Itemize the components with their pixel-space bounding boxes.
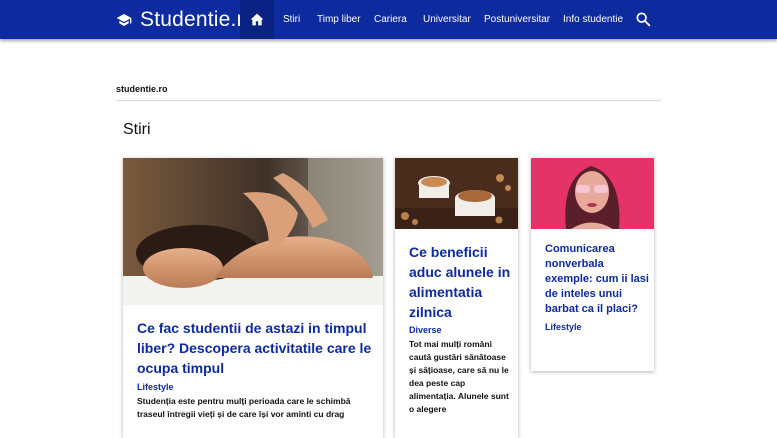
article-excerpt: Studenția este pentru mulți perioada car… <box>137 396 351 419</box>
brand-name: Studentie.ro <box>140 7 256 31</box>
brand-logo-link[interactable]: Studentie.ro <box>116 0 256 39</box>
article-image-massage[interactable] <box>123 158 383 305</box>
nav-item-stiri[interactable]: Stiri <box>283 0 300 39</box>
article-card-2[interactable]: Ce beneficii aduc alunele in alimentatia… <box>395 158 518 438</box>
article-card-1[interactable]: Ce fac studentii de astazi in timpul lib… <box>123 158 383 438</box>
search-icon[interactable] <box>635 11 651 27</box>
nav-home-button[interactable] <box>240 0 274 39</box>
top-navbar: Studentie.ro Stiri Timp liber Cariera Un… <box>0 0 777 39</box>
article-image-woman[interactable] <box>531 158 654 229</box>
article-title[interactable]: Ce fac studentii de astazi in timpul lib… <box>137 318 373 378</box>
nav-item-cariera[interactable]: Cariera <box>374 0 407 39</box>
nav-item-timp-liber[interactable]: Timp liber <box>317 0 361 39</box>
breadcrumb[interactable]: studentie.ro <box>116 84 168 94</box>
nav-item-postuniversitar[interactable]: Postuniversitar <box>484 0 550 39</box>
article-title[interactable]: Comunicarea nonverbala exemple: cum ii l… <box>545 242 651 317</box>
article-excerpt: Tot mai mulți români caută gustări sănăt… <box>409 339 509 414</box>
graduation-cap-icon <box>116 13 132 26</box>
article-title[interactable]: Ce beneficii aduc alunele in alimentatia… <box>409 242 513 322</box>
article-category[interactable]: Lifestyle <box>545 322 582 332</box>
article-image-nuts[interactable] <box>395 158 518 229</box>
article-category[interactable]: Lifestyle <box>137 382 174 392</box>
home-icon <box>250 13 264 26</box>
article-category[interactable]: Diverse <box>409 325 442 335</box>
breadcrumb-divider <box>116 100 661 101</box>
section-title: Stiri <box>123 121 151 138</box>
nav-item-universitar[interactable]: Universitar <box>423 0 471 39</box>
nav-item-info-studentie[interactable]: Info studentie <box>563 0 623 39</box>
article-card-3[interactable]: Comunicarea nonverbala exemple: cum ii l… <box>531 158 654 371</box>
